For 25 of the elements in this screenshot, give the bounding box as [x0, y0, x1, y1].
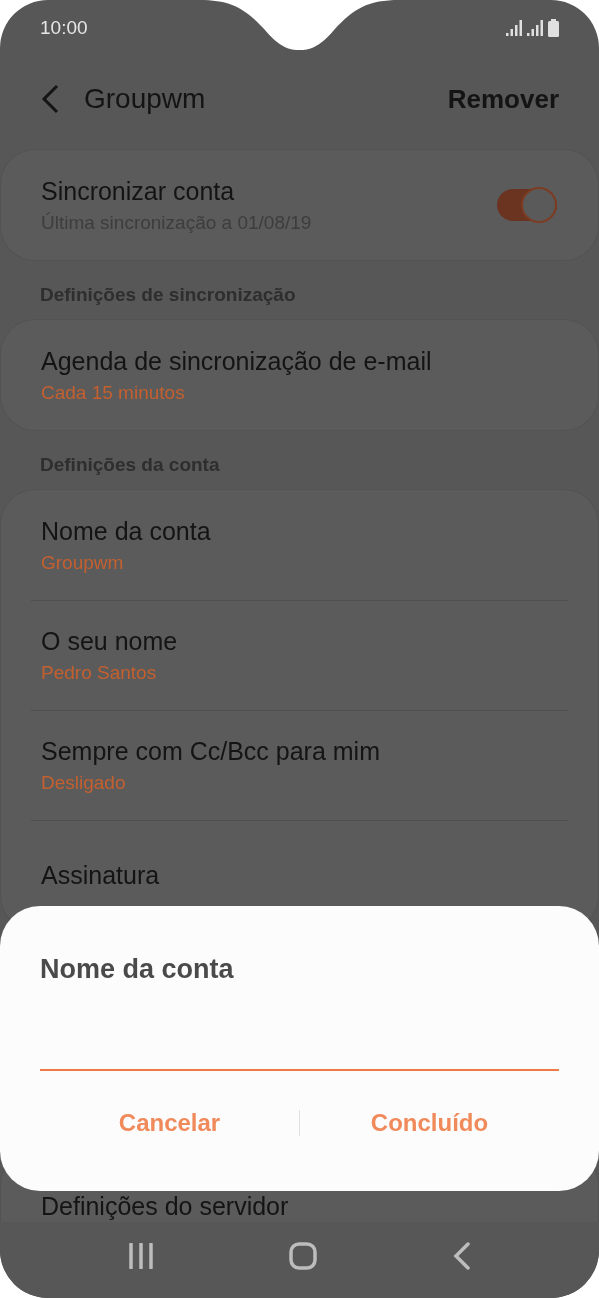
- item-title[interactable]: O seu nome: [41, 626, 558, 656]
- item-value: Groupwm: [41, 551, 125, 574]
- remove-button[interactable]: Remover: [447, 83, 559, 115]
- signal-icon: [506, 20, 523, 36]
- status-time: 10:00: [40, 17, 88, 39]
- item-title[interactable]: Nome da conta: [41, 516, 558, 546]
- item-value: Desligado: [41, 771, 127, 794]
- battery-icon: [548, 19, 559, 37]
- item-title[interactable]: Sincronizar conta: [41, 176, 496, 206]
- home-icon[interactable]: [289, 1242, 318, 1270]
- dialog-button[interactable]: Concluído: [300, 1101, 559, 1145]
- signal-icon: [527, 20, 544, 36]
- recent-apps-icon[interactable]: [127, 1243, 154, 1269]
- back-nav-icon[interactable]: [453, 1242, 472, 1270]
- item-value: Pedro Santos: [41, 661, 158, 684]
- back-icon[interactable]: [40, 84, 60, 114]
- item-title[interactable]: Agenda de sincronização de e-mail: [41, 346, 558, 376]
- toggle-switch[interactable]: [496, 186, 558, 224]
- dialog-title: Nome da conta: [40, 954, 235, 985]
- item-title[interactable]: Definições do servidor: [41, 1191, 558, 1221]
- page-title: Groupwm: [84, 83, 207, 115]
- item-value: Cada 15 minutos: [41, 381, 186, 404]
- dialog-button[interactable]: Cancelar: [40, 1101, 299, 1145]
- item-title[interactable]: Sempre com Cc/Bcc para mim: [41, 736, 558, 766]
- item-title[interactable]: Assinatura: [41, 860, 558, 890]
